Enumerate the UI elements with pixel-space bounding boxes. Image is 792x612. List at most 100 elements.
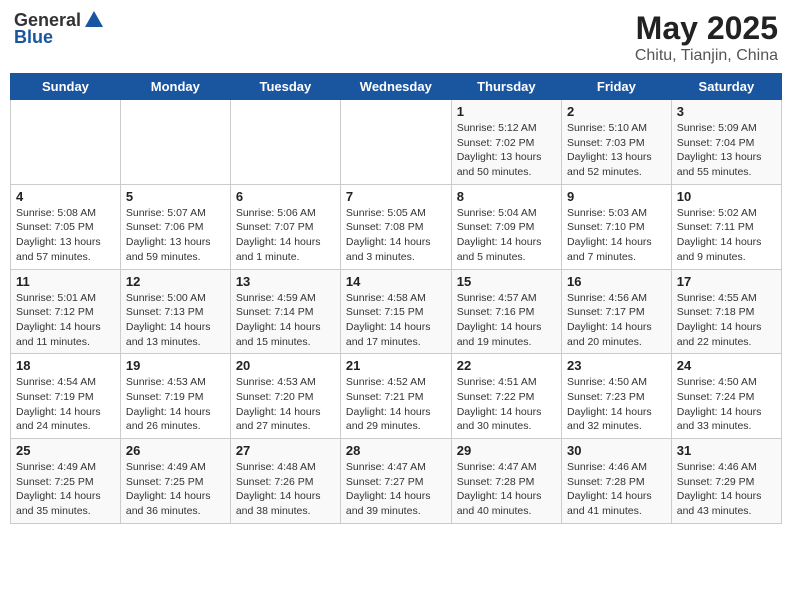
- day-number: 24: [677, 358, 776, 373]
- day-number: 16: [567, 274, 666, 289]
- calendar-cell: [11, 100, 121, 185]
- calendar-cell: 18 Sunrise: 4:54 AM Sunset: 7:19 PM Dayli…: [11, 354, 121, 439]
- calendar-cell: 4 Sunrise: 5:08 AM Sunset: 7:05 PM Daylig…: [11, 184, 121, 269]
- calendar-cell: 7 Sunrise: 5:05 AM Sunset: 7:08 PM Daylig…: [340, 184, 451, 269]
- day-info: Sunrise: 5:09 AM Sunset: 7:04 PM Dayligh…: [677, 121, 776, 180]
- day-info: Sunrise: 5:01 AM Sunset: 7:12 PM Dayligh…: [16, 291, 115, 350]
- calendar-cell: 17 Sunrise: 4:55 AM Sunset: 7:18 PM Dayli…: [671, 269, 781, 354]
- calendar-cell: 23 Sunrise: 4:50 AM Sunset: 7:23 PM Dayli…: [562, 354, 672, 439]
- calendar-cell: 19Sunrise: 4:53 AM Sunset: 7:19 PM Dayli…: [120, 354, 230, 439]
- page-title: May 2025: [635, 10, 778, 47]
- calendar-week-3: 11 Sunrise: 5:01 AM Sunset: 7:12 PM Dayli…: [11, 269, 782, 354]
- weekday-header-tuesday: Tuesday: [230, 74, 340, 100]
- day-info: Sunrise: 4:59 AM Sunset: 7:14 PM Dayligh…: [236, 291, 335, 350]
- day-number: 11: [16, 274, 115, 289]
- calendar-cell: 22 Sunrise: 4:51 AM Sunset: 7:22 PM Dayli…: [451, 354, 561, 439]
- calendar-cell: 1 Sunrise: 5:12 AM Sunset: 7:02 PM Daylig…: [451, 100, 561, 185]
- calendar-cell: [340, 100, 451, 185]
- day-info: Sunrise: 4:53 AM Sunset: 7:20 PM Dayligh…: [236, 375, 335, 434]
- day-number: 1: [457, 104, 556, 119]
- day-number: 4: [16, 189, 115, 204]
- day-number: 12: [126, 274, 225, 289]
- day-info: Sunrise: 4:48 AM Sunset: 7:26 PM Dayligh…: [236, 460, 335, 519]
- day-number: 9: [567, 189, 666, 204]
- day-number: 5: [126, 189, 225, 204]
- day-info: Sunrise: 5:02 AM Sunset: 7:11 PM Dayligh…: [677, 206, 776, 265]
- weekday-header-thursday: Thursday: [451, 74, 561, 100]
- calendar-cell: 11 Sunrise: 5:01 AM Sunset: 7:12 PM Dayli…: [11, 269, 121, 354]
- day-number: 10: [677, 189, 776, 204]
- day-number: 19: [126, 358, 225, 373]
- day-number: 7: [346, 189, 446, 204]
- day-info: Sunrise: 5:08 AM Sunset: 7:05 PM Dayligh…: [16, 206, 115, 265]
- day-info: Sunrise: 5:10 AM Sunset: 7:03 PM Dayligh…: [567, 121, 666, 180]
- day-info: Sunrise: 4:49 AM Sunset: 7:25 PM Dayligh…: [16, 460, 115, 519]
- day-number: 29: [457, 443, 556, 458]
- day-number: 20: [236, 358, 335, 373]
- calendar-week-1: 1 Sunrise: 5:12 AM Sunset: 7:02 PM Daylig…: [11, 100, 782, 185]
- day-info: Sunrise: 4:56 AM Sunset: 7:17 PM Dayligh…: [567, 291, 666, 350]
- day-info: Sunrise: 4:46 AM Sunset: 7:28 PM Dayligh…: [567, 460, 666, 519]
- calendar-cell: 25 Sunrise: 4:49 AM Sunset: 7:25 PM Dayli…: [11, 439, 121, 524]
- calendar-cell: 24 Sunrise: 4:50 AM Sunset: 7:24 PM Dayli…: [671, 354, 781, 439]
- calendar-table: SundayMondayTuesdayWednesdayThursdayFrid…: [10, 73, 782, 524]
- day-info: Sunrise: 4:57 AM Sunset: 7:16 PM Dayligh…: [457, 291, 556, 350]
- calendar-cell: [230, 100, 340, 185]
- weekday-header-sunday: Sunday: [11, 74, 121, 100]
- weekday-header-saturday: Saturday: [671, 74, 781, 100]
- day-number: 27: [236, 443, 335, 458]
- weekday-header-monday: Monday: [120, 74, 230, 100]
- day-info: Sunrise: 4:55 AM Sunset: 7:18 PM Dayligh…: [677, 291, 776, 350]
- day-number: 25: [16, 443, 115, 458]
- calendar-cell: 14Sunrise: 4:58 AM Sunset: 7:15 PM Dayli…: [340, 269, 451, 354]
- calendar-cell: 6Sunrise: 5:06 AM Sunset: 7:07 PM Daylig…: [230, 184, 340, 269]
- calendar-cell: 29Sunrise: 4:47 AM Sunset: 7:28 PM Dayli…: [451, 439, 561, 524]
- day-info: Sunrise: 5:03 AM Sunset: 7:10 PM Dayligh…: [567, 206, 666, 265]
- calendar-cell: 10 Sunrise: 5:02 AM Sunset: 7:11 PM Dayli…: [671, 184, 781, 269]
- day-info: Sunrise: 5:06 AM Sunset: 7:07 PM Dayligh…: [236, 206, 335, 265]
- day-info: Sunrise: 4:50 AM Sunset: 7:23 PM Dayligh…: [567, 375, 666, 434]
- page-header: General Blue May 2025 Chitu, Tianjin, Ch…: [10, 10, 782, 65]
- calendar-cell: 31 Sunrise: 4:46 AM Sunset: 7:29 PM Dayli…: [671, 439, 781, 524]
- day-info: Sunrise: 4:46 AM Sunset: 7:29 PM Dayligh…: [677, 460, 776, 519]
- weekday-header-friday: Friday: [562, 74, 672, 100]
- day-info: Sunrise: 5:04 AM Sunset: 7:09 PM Dayligh…: [457, 206, 556, 265]
- calendar-cell: 30Sunrise: 4:46 AM Sunset: 7:28 PM Dayli…: [562, 439, 672, 524]
- calendar-cell: 2Sunrise: 5:10 AM Sunset: 7:03 PM Daylig…: [562, 100, 672, 185]
- day-number: 22: [457, 358, 556, 373]
- calendar-cell: 16 Sunrise: 4:56 AM Sunset: 7:17 PM Dayli…: [562, 269, 672, 354]
- page-subtitle: Chitu, Tianjin, China: [635, 47, 778, 65]
- weekday-header-wednesday: Wednesday: [340, 74, 451, 100]
- day-number: 28: [346, 443, 446, 458]
- day-number: 18: [16, 358, 115, 373]
- calendar-cell: 5Sunrise: 5:07 AM Sunset: 7:06 PM Daylig…: [120, 184, 230, 269]
- calendar-cell: 26Sunrise: 4:49 AM Sunset: 7:25 PM Dayli…: [120, 439, 230, 524]
- logo: General Blue: [14, 10, 105, 48]
- day-number: 31: [677, 443, 776, 458]
- calendar-week-4: 18 Sunrise: 4:54 AM Sunset: 7:19 PM Dayli…: [11, 354, 782, 439]
- calendar-cell: 28Sunrise: 4:47 AM Sunset: 7:27 PM Dayli…: [340, 439, 451, 524]
- day-number: 17: [677, 274, 776, 289]
- weekday-header-row: SundayMondayTuesdayWednesdayThursdayFrid…: [11, 74, 782, 100]
- day-number: 3: [677, 104, 776, 119]
- day-info: Sunrise: 5:05 AM Sunset: 7:08 PM Dayligh…: [346, 206, 446, 265]
- calendar-week-2: 4 Sunrise: 5:08 AM Sunset: 7:05 PM Daylig…: [11, 184, 782, 269]
- day-info: Sunrise: 5:12 AM Sunset: 7:02 PM Dayligh…: [457, 121, 556, 180]
- day-info: Sunrise: 4:54 AM Sunset: 7:19 PM Dayligh…: [16, 375, 115, 434]
- day-info: Sunrise: 4:51 AM Sunset: 7:22 PM Dayligh…: [457, 375, 556, 434]
- calendar-cell: 3 Sunrise: 5:09 AM Sunset: 7:04 PM Daylig…: [671, 100, 781, 185]
- calendar-cell: 21Sunrise: 4:52 AM Sunset: 7:21 PM Dayli…: [340, 354, 451, 439]
- day-info: Sunrise: 4:52 AM Sunset: 7:21 PM Dayligh…: [346, 375, 446, 434]
- day-number: 15: [457, 274, 556, 289]
- logo-icon: [83, 9, 105, 31]
- calendar-cell: 13 Sunrise: 4:59 AM Sunset: 7:14 PM Dayli…: [230, 269, 340, 354]
- calendar-cell: 20 Sunrise: 4:53 AM Sunset: 7:20 PM Dayli…: [230, 354, 340, 439]
- title-block: May 2025 Chitu, Tianjin, China: [635, 10, 778, 65]
- day-number: 23: [567, 358, 666, 373]
- day-number: 26: [126, 443, 225, 458]
- calendar-cell: 8Sunrise: 5:04 AM Sunset: 7:09 PM Daylig…: [451, 184, 561, 269]
- calendar-cell: 15 Sunrise: 4:57 AM Sunset: 7:16 PM Dayli…: [451, 269, 561, 354]
- day-info: Sunrise: 4:58 AM Sunset: 7:15 PM Dayligh…: [346, 291, 446, 350]
- day-info: Sunrise: 4:50 AM Sunset: 7:24 PM Dayligh…: [677, 375, 776, 434]
- day-number: 13: [236, 274, 335, 289]
